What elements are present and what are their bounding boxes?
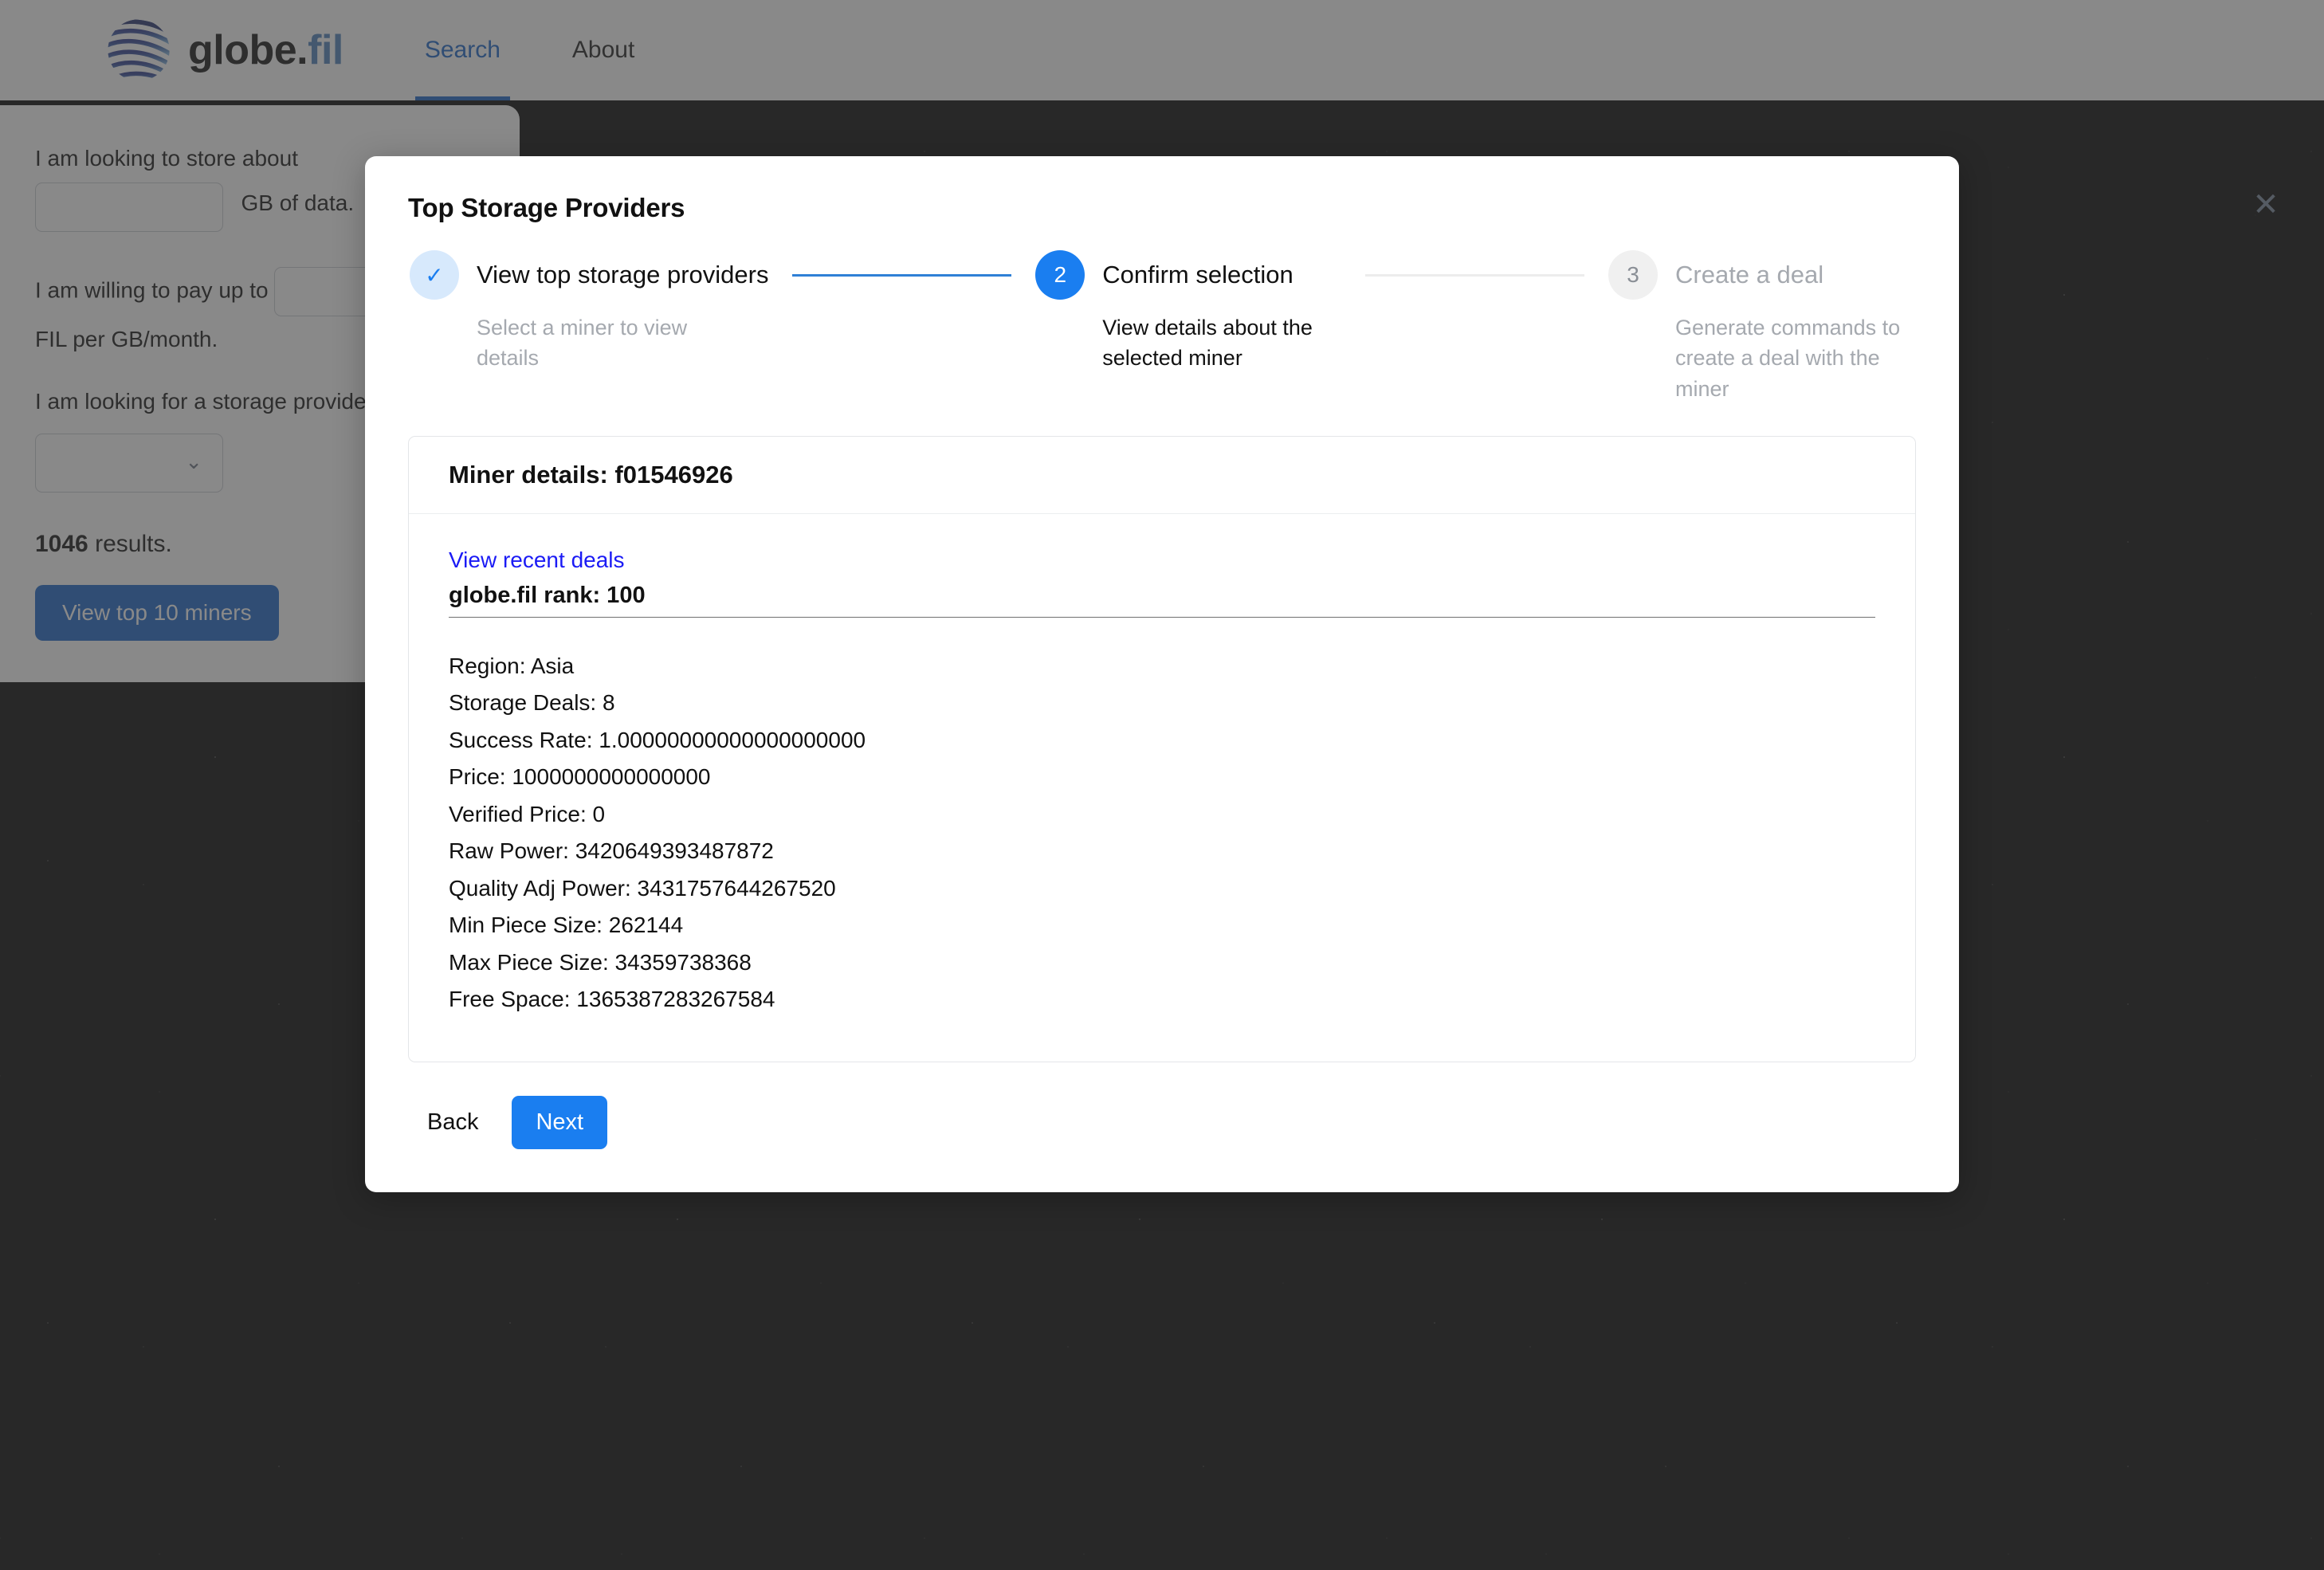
step-3-head: 3 Create a deal (1608, 250, 1914, 300)
detail-row-raw-power: Raw Power: 3420649393487872 (449, 838, 774, 864)
step-1[interactable]: ✓ View top storage providers Select a mi… (410, 250, 768, 374)
step-3-label: Create a deal (1675, 261, 1824, 288)
step-2-head: 2 Confirm selection (1035, 250, 1341, 300)
step-2-label: Confirm selection (1102, 261, 1294, 288)
detail-row-verified-price: Verified Price: 0 (449, 801, 606, 826)
step-2-marker: 2 (1035, 250, 1085, 300)
step-connector-2-3 (1365, 274, 1584, 277)
modal-footer: Back Next (408, 1095, 1916, 1149)
back-button[interactable]: Back (408, 1097, 497, 1148)
miner-detail-body: View recent deals globe.fil rank: 100 Re… (409, 514, 1915, 1062)
next-button[interactable]: Next (512, 1095, 608, 1149)
detail-row-price: Price: 1000000000000000 (449, 764, 711, 790)
miner-detail-list: Region: Asia Storage Deals: 8 Success Ra… (449, 648, 1875, 1019)
detail-row-quality-adj-power: Quality Adj Power: 3431757644267520 (449, 875, 836, 901)
globe-fil-rank: globe.fil rank: 100 (449, 583, 1875, 618)
step-3-marker: 3 (1608, 250, 1658, 300)
app-root: globe.fil Search About I am looking to s… (0, 0, 2324, 1570)
top-storage-providers-modal: Top Storage Providers ✓ View top storage… (365, 156, 1959, 1192)
step-1-label: View top storage providers (477, 261, 769, 288)
detail-row-storage-deals: Storage Deals: 8 (449, 690, 615, 716)
step-2-description: View details about the selected miner (1102, 316, 1313, 371)
step-1-marker: ✓ (410, 250, 459, 300)
detail-row-min-piece-size: Min Piece Size: 262144 (449, 913, 684, 938)
detail-row-free-space: Free Space: 1365387283267584 (449, 987, 775, 1012)
view-recent-deals-link[interactable]: View recent deals (449, 548, 625, 573)
miner-detail-card: Miner details: f01546926 View recent dea… (408, 435, 1916, 1062)
close-icon[interactable]: ✕ (2243, 182, 2289, 228)
detail-row-max-piece-size: Max Piece Size: 34359738368 (449, 949, 752, 975)
step-connector-1-2 (792, 274, 1012, 277)
step-1-description: Select a miner to view details (477, 316, 688, 371)
step-3[interactable]: 3 Create a deal Generate commands to cre… (1608, 250, 1914, 404)
step-2[interactable]: 2 Confirm selection View details about t… (1035, 250, 1341, 374)
stepper: ✓ View top storage providers Select a mi… (408, 250, 1916, 404)
detail-row-region: Region: Asia (449, 653, 575, 678)
step-3-description: Generate commands to create a deal with … (1675, 316, 1901, 401)
detail-row-success-rate: Success Rate: 1.00000000000000000000 (449, 727, 866, 752)
modal-title: Top Storage Providers (408, 193, 685, 222)
miner-detail-header: Miner details: f01546926 (409, 437, 1915, 514)
step-1-head: ✓ View top storage providers (410, 250, 768, 300)
